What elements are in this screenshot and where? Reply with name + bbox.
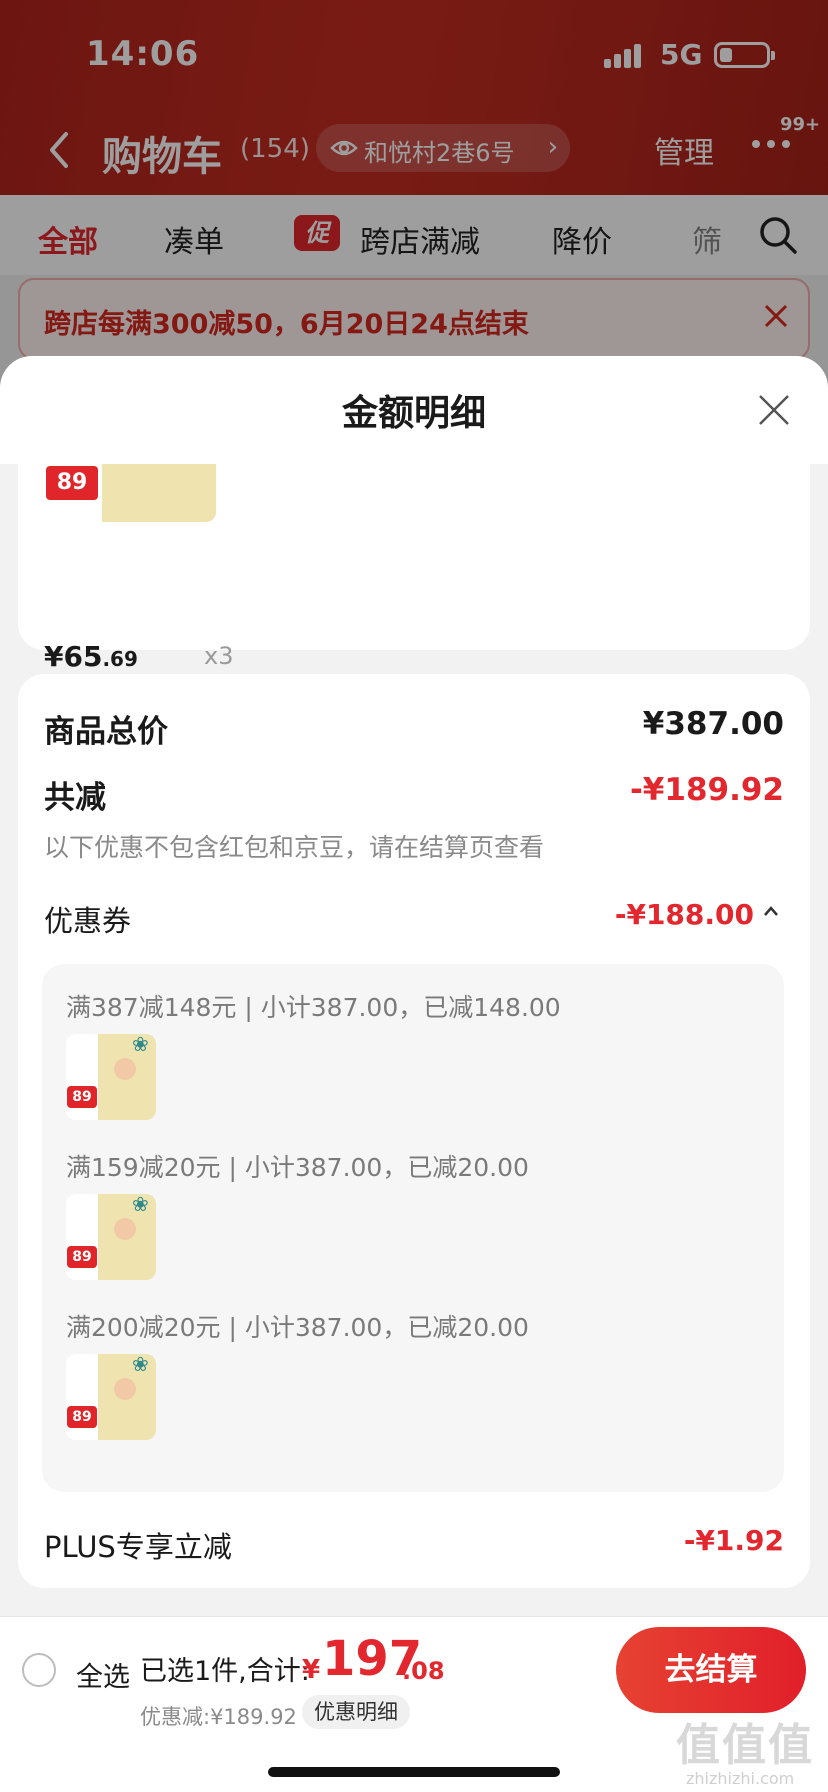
- plus-discount-label: PLUS专享立减: [44, 1530, 232, 1564]
- item-quantity: x3: [204, 642, 234, 670]
- coupon-label: 优惠券: [44, 904, 132, 938]
- coupon-product-image: 89 ❀: [66, 1034, 156, 1120]
- amount-detail-sheet: 89 ❀ ¥65.69 x3 商品总价 ¥387.00 共减 -¥189.92 …: [0, 356, 828, 1792]
- watermark-logo: 值值值: [676, 1720, 814, 1771]
- sheet-header: 金额明细: [0, 356, 828, 464]
- plus-discount-value: -¥1.92: [683, 1524, 784, 1557]
- coupon-value[interactable]: -¥188.00: [615, 898, 754, 931]
- goods-total-label: 商品总价: [44, 714, 168, 750]
- home-indicator[interactable]: [268, 1767, 560, 1777]
- coupon-rule: 满387减148元 | 小计387.00，已减148.00: [66, 993, 561, 1022]
- select-all-label[interactable]: 全选: [76, 1655, 130, 1694]
- chevron-up-icon[interactable]: [762, 904, 780, 918]
- coupon-rule: 满159减20元 | 小计387.00，已减20.00: [66, 1153, 529, 1182]
- thumb-price-badge: 89: [46, 466, 98, 500]
- watermark-url: zhizhizhi.com: [686, 1769, 795, 1788]
- checkout-button[interactable]: 去结算: [616, 1627, 806, 1713]
- discount-summary: 优惠减:¥189.92: [140, 1705, 297, 1729]
- coupon-rule: 满200减20元 | 小计387.00，已减20.00: [66, 1313, 529, 1342]
- total-reduce-value: -¥189.92: [629, 772, 784, 808]
- discount-note: 以下优惠不包含红包和京豆，请在结算页查看: [44, 833, 545, 862]
- thumb-price-badge: 89: [67, 1406, 97, 1428]
- selected-count: 已选1件,合计:: [140, 1656, 310, 1687]
- item-price: ¥65.69: [44, 640, 138, 673]
- amount-breakdown-card: 商品总价 ¥387.00 共减 -¥189.92 以下优惠不包含红包和京豆，请在…: [18, 674, 810, 1588]
- total-reduce-label: 共减: [44, 780, 106, 816]
- coupon-list: 满387减148元 | 小计387.00，已减148.00 89 ❀ 满159减…: [42, 964, 784, 1492]
- checkout-footer: 全选 已选1件,合计: ¥ 197 .08 优惠减:¥189.92 优惠明细 去…: [0, 1616, 828, 1792]
- coupon-product-image: 89 ❀: [66, 1194, 156, 1280]
- thumb-price-badge: 89: [67, 1246, 97, 1268]
- discount-detail-button[interactable]: 优惠明细: [302, 1695, 410, 1729]
- close-icon[interactable]: [756, 392, 792, 428]
- sheet-title: 金额明细: [341, 393, 486, 434]
- total-decimal: .08: [402, 1657, 445, 1685]
- select-all-checkbox[interactable]: [22, 1653, 56, 1687]
- currency-symbol: ¥: [302, 1655, 321, 1685]
- thumb-price-badge: 89: [67, 1086, 97, 1108]
- goods-total-value: ¥387.00: [642, 706, 784, 742]
- coupon-product-image: 89 ❀: [66, 1354, 156, 1440]
